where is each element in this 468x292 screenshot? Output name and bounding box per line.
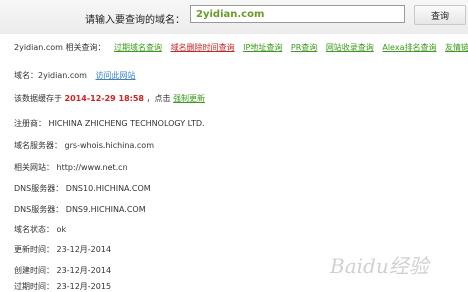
- domain-search-input[interactable]: [190, 5, 405, 23]
- search-label: 请输入要查询的域名：: [85, 15, 185, 26]
- field-label: 域名状态：: [14, 225, 54, 234]
- site-index-query-link[interactable]: 网站收录查询: [326, 43, 374, 52]
- cache-middle: ，点击: [146, 94, 171, 103]
- whois-field-dns-2: DNS服务器： DNS9.HICHINA.COM: [14, 204, 146, 215]
- query-button[interactable]: 查询: [414, 5, 466, 25]
- whois-field-dns-1: DNS服务器： DNS10.HICHINA.COM: [14, 183, 151, 194]
- domain-line: 域名：2yidian.com 访问此网站: [14, 70, 136, 81]
- friend-link-check-link[interactable]: 友情链接检测: [445, 43, 468, 52]
- whois-field-related-site: 相关网站： http://www.net.cn: [14, 162, 128, 173]
- field-value: 23-12月-2014: [56, 245, 112, 254]
- related-queries: 2yidian.com 相关查询： 过期域名查询 域名删除时间查询 IP地址查询…: [14, 42, 468, 54]
- field-value: 23-12月-2014: [56, 266, 112, 275]
- baidu-jingyan-watermark: Baidu经验: [330, 254, 429, 278]
- whois-field-expires: 过期时间： 23-12月-2015: [14, 281, 111, 292]
- visit-site-link[interactable]: 访问此网站: [96, 71, 136, 80]
- related-prefix: 2yidian.com 相关查询：: [14, 43, 106, 52]
- cache-line: 该数据缓存于 2014-12-29 18:58 ，点击 强制更新: [14, 93, 205, 104]
- alexa-rank-query-link[interactable]: Alexa排名查询: [382, 43, 436, 52]
- field-label: 相关网站：: [14, 163, 54, 172]
- field-value: HICHINA ZHICHENG TECHNOLOGY LTD.: [48, 119, 205, 128]
- field-label: DNS服务器：: [14, 184, 64, 193]
- whois-field-status: 域名状态： ok: [14, 224, 66, 235]
- ip-address-query-link[interactable]: IP地址查询: [243, 43, 282, 52]
- whois-field-registrar: 注册商： HICHINA ZHICHENG TECHNOLOGY LTD.: [14, 118, 205, 129]
- field-value: grs-whois.hichina.com: [64, 141, 154, 150]
- domain-delete-time-query-link[interactable]: 域名删除时间查询: [171, 43, 235, 52]
- force-refresh-link[interactable]: 强制更新: [173, 94, 205, 103]
- pr-query-link[interactable]: PR查询: [291, 43, 317, 52]
- field-value: http://www.net.cn: [56, 163, 128, 172]
- whois-field-updated: 更新时间： 23-12月-2014: [14, 244, 111, 255]
- field-value: DNS9.HICHINA.COM: [65, 205, 146, 214]
- field-value: ok: [56, 225, 67, 234]
- field-label: 创建时间：: [14, 266, 54, 275]
- field-value: DNS10.HICHINA.COM: [65, 184, 151, 193]
- field-label: 更新时间：: [14, 245, 54, 254]
- cache-prefix: 该数据缓存于: [14, 94, 62, 103]
- field-label: DNS服务器：: [14, 205, 64, 214]
- whois-field-whois-server: 域名服务器： grs-whois.hichina.com: [14, 140, 154, 151]
- whois-field-created: 创建时间： 23-12月-2014: [14, 265, 111, 276]
- field-label: 域名服务器：: [14, 141, 62, 150]
- expired-domain-query-link[interactable]: 过期域名查询: [114, 43, 162, 52]
- domain-name-text: 域名：2yidian.com: [14, 71, 87, 80]
- field-label: 注册商：: [14, 119, 46, 128]
- cache-date: 2014-12-29 18:58: [64, 94, 144, 103]
